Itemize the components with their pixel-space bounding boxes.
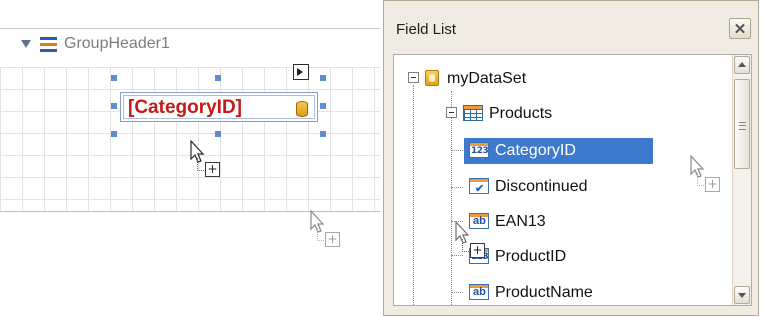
category-id-label[interactable]: [CategoryID] — [120, 92, 318, 122]
numeric-field-icon: 123 — [469, 142, 489, 158]
selection-handle[interactable] — [320, 75, 326, 81]
scroll-up-button[interactable] — [734, 56, 750, 74]
group-header-icon — [40, 37, 57, 52]
tree-node-label: myDataSet — [447, 70, 527, 87]
boolean-field-icon: ✔ — [469, 178, 489, 195]
label-text: [CategoryID] — [128, 97, 243, 118]
collapse-icon[interactable] — [446, 107, 457, 118]
field-list-panel: Field List ✕ myDataSet Products 123 Cate… — [383, 0, 759, 316]
tree-node-label: Discontinued — [495, 178, 588, 195]
drag-copy-cursor-icon: + — [190, 140, 230, 178]
selection-handle[interactable] — [215, 75, 221, 81]
scroll-down-button[interactable] — [734, 286, 750, 304]
selection-handle[interactable] — [320, 131, 326, 137]
drag-copy-cursor-icon: + — [455, 221, 495, 259]
grip-icon — [739, 122, 746, 130]
vertical-scrollbar[interactable] — [732, 55, 751, 305]
string-field-icon: ab — [469, 284, 489, 300]
selection-handle[interactable] — [320, 103, 326, 109]
close-button[interactable]: ✕ — [729, 18, 751, 39]
chevron-up-icon — [738, 62, 746, 67]
tree-node-field[interactable]: 123 CategoryID — [464, 138, 657, 164]
tree-node-label: ProductID — [495, 248, 567, 265]
selection-handle[interactable] — [111, 75, 117, 81]
selection-handle[interactable] — [111, 131, 117, 137]
band-title: GroupHeader1 — [64, 35, 170, 52]
collapse-triangle-icon[interactable] — [21, 40, 31, 48]
selection-handle[interactable] — [111, 103, 117, 109]
drag-copy-cursor-icon: + — [310, 210, 350, 248]
close-icon: ✕ — [733, 21, 747, 38]
table-icon — [463, 105, 483, 121]
drag-copy-cursor-icon: + — [690, 155, 730, 193]
scrollbar-thumb[interactable] — [734, 79, 750, 169]
tree-node-label: ProductName — [495, 284, 593, 301]
database-icon — [296, 101, 308, 117]
tree-node-label: CategoryID — [495, 142, 576, 159]
tree-node-label: EAN13 — [495, 213, 546, 230]
collapse-icon[interactable] — [408, 72, 419, 83]
smart-tag-icon[interactable] — [293, 64, 309, 80]
panel-title: Field List — [396, 21, 457, 38]
chevron-down-icon — [738, 293, 746, 298]
selection-handle[interactable] — [215, 131, 221, 137]
group-header-band[interactable]: GroupHeader1 — [0, 28, 380, 67]
tree-node-label: Products — [489, 105, 553, 122]
field-tree[interactable]: myDataSet Products 123 CategoryID ✔ Disc… — [393, 54, 752, 306]
dataset-icon — [425, 70, 439, 86]
